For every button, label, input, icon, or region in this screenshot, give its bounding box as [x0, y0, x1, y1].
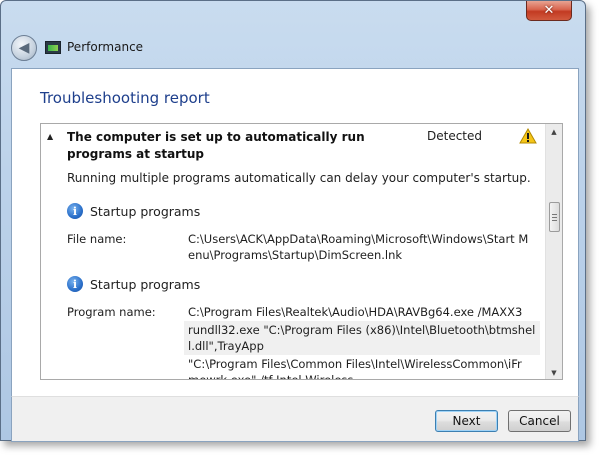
report-panel: ▲ The computer is set up to automaticall… — [40, 123, 563, 380]
scroll-up-arrow-icon[interactable]: ▲ — [546, 124, 562, 140]
issue-title: The computer is set up to automatically … — [67, 130, 365, 161]
back-button[interactable]: ◀ — [11, 35, 37, 61]
program-entry: rundll32.exe "C:\Program Files (x86)\Int… — [184, 321, 540, 355]
scroll-down-arrow-icon[interactable]: ▼ — [546, 365, 562, 379]
field-value-file-name: C:\Users\ACK\AppData\Roaming\Microsoft\W… — [188, 232, 529, 262]
next-button[interactable]: Next — [435, 410, 498, 432]
warning-icon — [519, 128, 537, 144]
collapse-toggle[interactable]: ▲ — [47, 132, 53, 141]
report-content: ▲ The computer is set up to automaticall… — [41, 124, 546, 380]
field-label-file-name: File name: — [67, 232, 127, 246]
page-title: Troubleshooting report — [40, 89, 210, 107]
info-icon: i — [67, 203, 83, 219]
info-icon: i — [67, 276, 83, 292]
content-area: Troubleshooting report ▲ The computer is… — [11, 68, 579, 396]
program-entry: "C:\Program Files\Common Files\Intel\Wir… — [188, 357, 522, 380]
performance-icon — [45, 41, 61, 54]
vertical-scrollbar[interactable]: ▲ ▼ — [545, 124, 562, 379]
close-button[interactable]: ✕ — [526, 1, 572, 21]
section-header: i Startup programs — [67, 203, 200, 219]
button-bar: Next Cancel — [11, 396, 579, 442]
issue-description: Running multiple programs automatically … — [67, 171, 531, 185]
cancel-button[interactable]: Cancel — [508, 410, 571, 432]
section-header: i Startup programs — [67, 276, 200, 292]
section-heading: Startup programs — [90, 203, 201, 219]
field-label-program-name: Program name: — [67, 305, 156, 319]
issue-status: Detected — [427, 129, 483, 143]
back-arrow-icon: ◀ — [18, 40, 30, 56]
program-entry: C:\Program Files\Realtek\Audio\HDA\RAVBg… — [188, 305, 523, 319]
close-icon: ✕ — [543, 3, 555, 18]
window-title: Performance — [67, 40, 144, 54]
section-heading: Startup programs — [90, 276, 201, 292]
scroll-thumb[interactable] — [549, 202, 560, 232]
troubleshooter-window: ✕ ◀ Performance Troubleshooting report ▲… — [0, 0, 586, 442]
